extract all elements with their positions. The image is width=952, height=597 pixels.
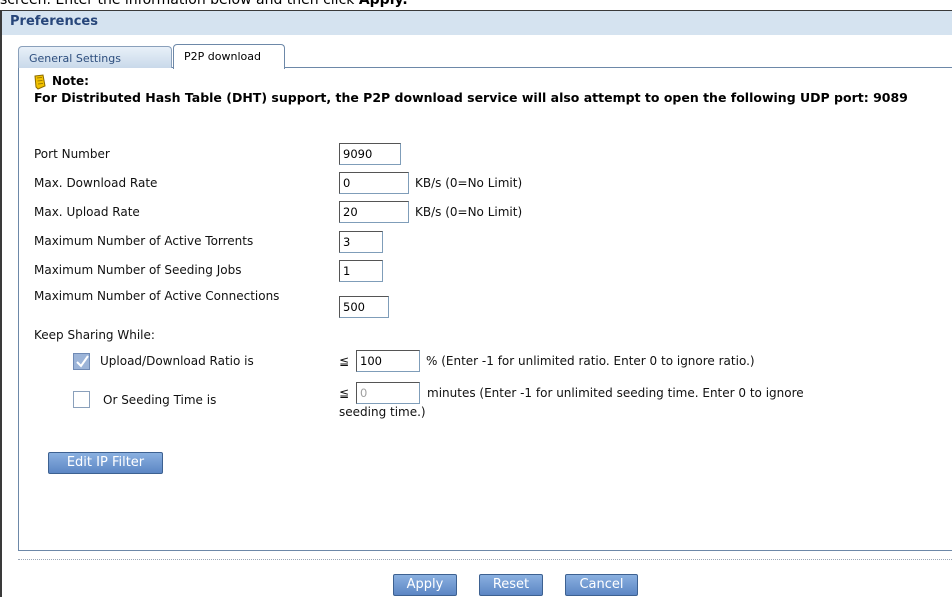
max-seeding-jobs-input[interactable] [339, 260, 383, 282]
max-upload-rate-label: Max. Upload Rate [34, 205, 140, 219]
max-upload-rate-input[interactable] [339, 201, 409, 223]
reset-button[interactable]: Reset [479, 574, 543, 596]
seeding-time-unit: minutes (Enter -1 for unlimited seeding … [427, 386, 804, 400]
divider [18, 559, 952, 560]
tab-panel [18, 68, 952, 551]
note-label: Note: [52, 74, 89, 88]
apply-button[interactable]: Apply [393, 574, 457, 596]
seeding-less-equal-symbol: ≦ [339, 386, 350, 400]
max-download-rate-input[interactable] [339, 172, 409, 194]
max-active-torrents-input[interactable] [339, 231, 383, 253]
cancel-button[interactable]: Cancel [565, 574, 638, 596]
upload-rate-unit: KB/s (0=No Limit) [415, 205, 523, 219]
tab-bar: General Settings P2P download [18, 44, 952, 69]
ratio-input[interactable] [356, 350, 420, 372]
note-text: For Distributed Hash Table (DHT) support… [34, 90, 908, 105]
port-number-label: Port Number [34, 147, 110, 161]
tab-p2p-download[interactable]: P2P download [173, 44, 285, 69]
max-seeding-jobs-label: Maximum Number of Seeding Jobs [34, 263, 242, 277]
seeding-time-checkbox[interactable] [73, 391, 90, 408]
ratio-unit: % (Enter -1 for unlimited ratio. Enter 0… [426, 354, 755, 368]
seeding-time-input[interactable] [356, 382, 420, 404]
max-download-rate-label: Max. Download Rate [34, 176, 158, 190]
max-active-connections-input[interactable] [339, 296, 389, 318]
tab-general-settings[interactable]: General Settings [18, 46, 172, 68]
note-icon [32, 74, 48, 90]
download-rate-unit: KB/s (0=No Limit) [415, 176, 523, 190]
seeding-time-unit-continued: seeding time.) [339, 405, 426, 419]
seeding-time-label: Or Seeding Time is [103, 393, 217, 407]
ratio-checkbox[interactable] [73, 353, 90, 370]
keep-sharing-label: Keep Sharing While: [34, 328, 155, 342]
ratio-label: Upload/Download Ratio is [100, 354, 254, 368]
checkmark-icon [76, 355, 89, 368]
max-active-connections-label: Maximum Number of Active Connections [34, 289, 280, 303]
preferences-content: General Settings P2P download Note: For … [0, 0, 952, 597]
max-active-torrents-label: Maximum Number of Active Torrents [34, 234, 254, 248]
edit-ip-filter-button[interactable]: Edit IP Filter [48, 452, 163, 474]
ratio-less-equal-symbol: ≦ [339, 354, 350, 368]
port-number-input[interactable] [339, 143, 401, 165]
